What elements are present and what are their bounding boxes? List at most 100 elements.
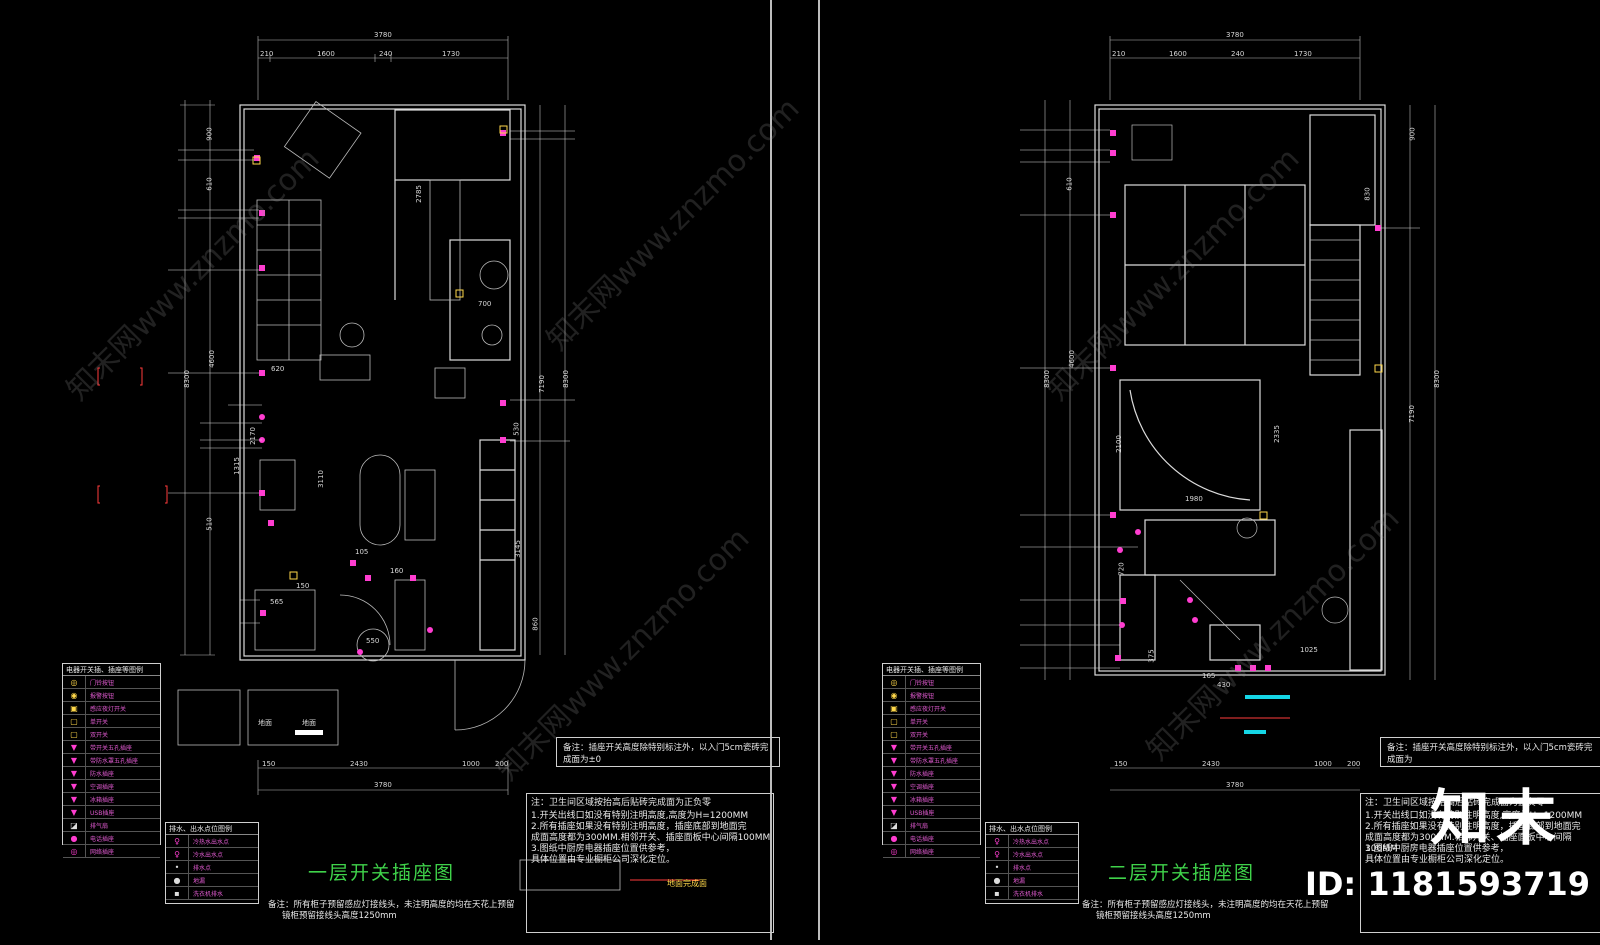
legend-item: 报警按钮: [910, 692, 935, 700]
dim-top-seg-2: 1600: [317, 50, 335, 58]
dim-top-seg-3: 240: [379, 50, 393, 58]
dim-bottom-seg-3: 1000: [462, 760, 480, 768]
dim-top-seg-2-2: 1600: [1169, 50, 1187, 58]
dim2-610: 610: [1065, 177, 1074, 191]
legend-item: 空调插座: [90, 783, 115, 791]
dim-bottom-seg-2-3: 1000: [1314, 760, 1332, 768]
waterproof-icon: ▼: [883, 767, 906, 779]
waterproof-socket-icon: ▼: [883, 754, 906, 766]
second-floor-title: 二层开关插座图: [1108, 862, 1256, 884]
note-line-3: 成面高度都为300MM.相邻开关、插座面板中心间隔100MM: [531, 833, 771, 843]
dim-top-seg-2-4: 1730: [1294, 50, 1312, 58]
dim-860: 860: [531, 617, 540, 631]
legend-item: 排水点: [1013, 864, 1032, 872]
dim-510: 510: [205, 517, 214, 531]
image-id-label: ID: 1181593719: [1304, 865, 1590, 903]
socket-icon: ▼: [63, 741, 86, 753]
dim-bottom-seg-2: 2430: [350, 760, 368, 768]
network-icon: ◎: [63, 845, 86, 857]
dim-left-4600: 4600: [207, 350, 216, 368]
legend-item: 报警按钮: [90, 692, 115, 700]
dim-bottom-total-2: 3780: [1226, 781, 1244, 789]
double-switch-icon: ▢: [883, 728, 906, 740]
note-line-2: 2.所有插座如果没有特别注明高度，插座底部到地面完: [531, 822, 747, 832]
sensor-switch-icon: ▣: [63, 702, 86, 714]
sheet-first-floor: 3780 210 1600 240 1730 900 610 4600 8300…: [0, 0, 780, 940]
legend-item: 冰箱插座: [910, 796, 935, 804]
doorbell-icon: ◎: [883, 676, 906, 688]
dim-2785: 2785: [414, 185, 423, 203]
dim-530: 530: [512, 422, 521, 436]
floor-drain-icon: ●: [986, 874, 1009, 886]
alarm-icon: ◉: [883, 689, 906, 701]
usb-icon: ▼: [63, 806, 86, 818]
second-floor-bottom-note-2: 镜柜预留接线头高度1250mm: [1096, 911, 1211, 921]
legend-item: 冷热水出水点: [1013, 838, 1050, 846]
dim-2170: 2170: [248, 427, 257, 445]
hot-cold-water-icon: ♀: [166, 835, 189, 847]
drain-icon: •: [166, 861, 189, 873]
legend-item: USB插座: [90, 809, 115, 817]
note-line-4: 3.图纸中厨房电器插座位置供参考，: [531, 844, 675, 854]
legend-item: 排气扇: [90, 822, 109, 830]
legend-item: 双开关: [90, 731, 109, 739]
dim-top-seg-4: 1730: [442, 50, 460, 58]
sensor-switch-icon: ▣: [883, 702, 906, 714]
legend-item: 单开关: [90, 718, 109, 726]
dim2-720: 720: [1117, 562, 1126, 576]
legend-item: 带开关五孔插座: [910, 744, 953, 752]
doorbell-icon: ◎: [63, 676, 86, 688]
legend-item: 带防水罩五孔插座: [910, 757, 959, 765]
dim-top-total-2: 3780: [1226, 31, 1244, 39]
dim-565: 565: [270, 598, 284, 606]
legend-item: 感应夜灯开关: [910, 705, 947, 713]
dim-1315: 1315: [232, 457, 241, 475]
note-line-1: 1.开关出线口如没有特别注明高度,高度为H=1200MM: [531, 811, 749, 821]
legend-item: 带开关五孔插座: [90, 744, 133, 752]
legend-item: 电话插座: [90, 835, 115, 843]
double-switch-icon: ▢: [63, 728, 86, 740]
legend-item: 防水插座: [910, 770, 935, 778]
network-icon: ◎: [883, 845, 906, 857]
legend-item: 排水点: [193, 864, 212, 872]
dim-3110: 3110: [316, 470, 325, 488]
fan-icon: ◪: [883, 819, 906, 831]
detail-ground-label-2: 地面: [302, 719, 316, 727]
fridge-socket-icon: ▼: [883, 793, 906, 805]
dim-left-900: 900: [205, 127, 214, 141]
phone-icon: ●: [63, 832, 86, 844]
legend-item: 感应夜灯开关: [90, 705, 127, 713]
dim-left-8300: 8300: [182, 370, 191, 388]
electrical-legend-title-2: 电器开关插、插座等图例: [883, 664, 980, 676]
legend-item: 冰箱插座: [90, 796, 115, 804]
remark-text: 备注：插座开关高度除特别标注外，以入门5cm瓷砖完成面为±0: [563, 743, 769, 765]
electrical-legend-title: 电器开关插、插座等图例: [63, 664, 160, 676]
single-switch-icon: ▢: [883, 715, 906, 727]
floor-finish-label: 地面完成面: [667, 879, 707, 888]
dim2-1025: 1025: [1300, 646, 1318, 654]
water-legend-2: 排水、出水点位图例 ♀ 冷热水出水点 ♀ 冷水出水点 • 排水点 ● 地漏 ▪ 洗衣机排水: [985, 822, 1079, 904]
note-line-5: 具体位置由专业橱柜公司深化定位。: [531, 855, 676, 865]
legend-item: 单开关: [910, 718, 929, 726]
water-legend-title-2: 排水、出水点位图例: [986, 823, 1078, 835]
dim2-2335: 2335: [1272, 425, 1281, 443]
alarm-icon: ◉: [63, 689, 86, 701]
legend-item: 洗衣机排水: [193, 890, 224, 898]
first-floor-title: 一层开关插座图: [308, 862, 456, 884]
dim-150: 150: [296, 582, 310, 590]
second-floor-remark-box: 备注：插座开关高度除特别标注外，以入门5cm瓷砖完成面为: [1380, 737, 1600, 767]
dim-3145: 3145: [513, 540, 522, 558]
dim-top-total: 3780: [374, 31, 392, 39]
legend-item: USB插座: [910, 809, 935, 817]
floor-drain-icon: ●: [166, 874, 189, 886]
legend-item: 防水插座: [90, 770, 115, 778]
electrical-legend-2: 电器开关插、插座等图例 ◎ 门铃按钮 ◉ 报警按钮 ▣ 感应夜灯开关 ▢ 单开关 ▢ 双开…: [882, 663, 981, 858]
dim2-375: 375: [1147, 649, 1156, 663]
first-floor-bottom-note-2: 镜柜预留接线头高度1250mm: [282, 911, 397, 921]
legend-item: 门铃按钮: [90, 679, 115, 687]
water-legend: 排水、出水点位图例 ♀ 冷热水出水点 ♀ 冷水出水点 • 排水点 ● 地漏 ▪ 洗衣机排水: [165, 822, 259, 904]
legend-item: 网络插座: [910, 848, 935, 856]
legend-item: 冷水出水点: [193, 851, 224, 859]
legend-item: 地漏: [193, 877, 206, 885]
dim2-2100: 2100: [1114, 435, 1123, 453]
